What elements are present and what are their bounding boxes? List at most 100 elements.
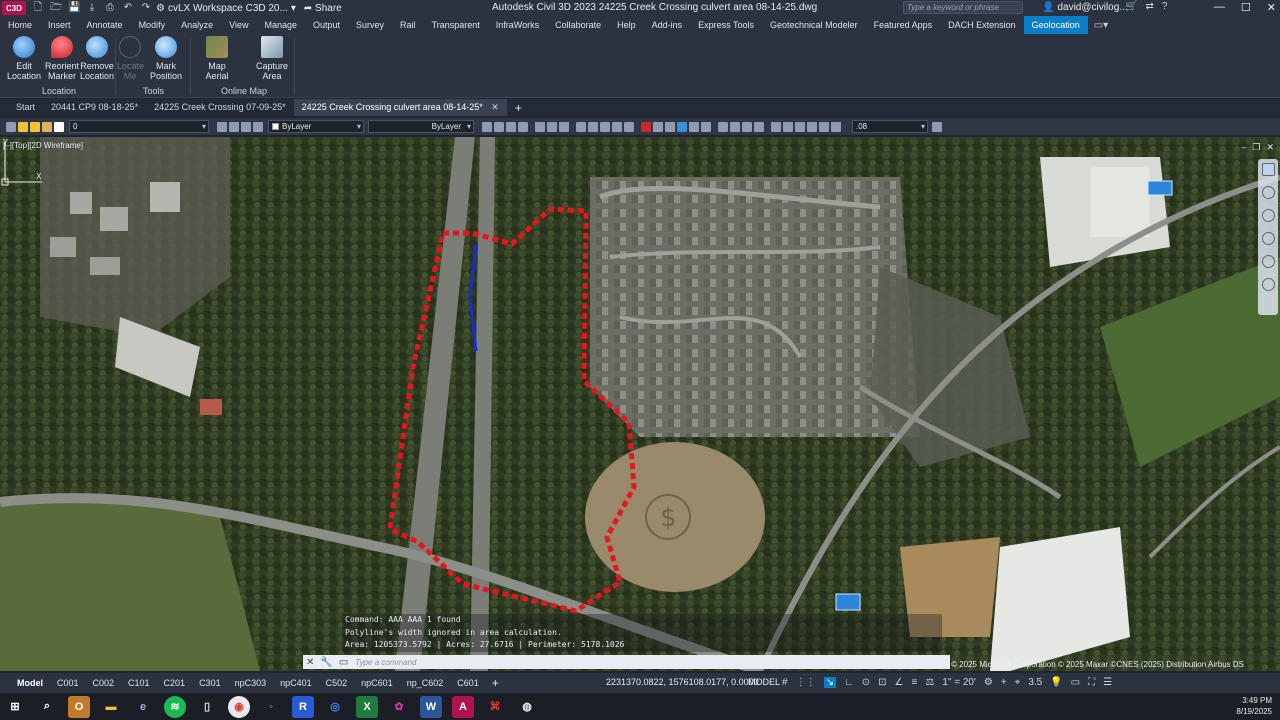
toolbar-icon[interactable]: [932, 121, 942, 132]
match-layer-icon[interactable]: [217, 121, 227, 132]
layout-tab-c502[interactable]: C502: [319, 678, 355, 688]
layout-tab-c001[interactable]: C001: [50, 678, 86, 688]
toolbar-icon[interactable]: [819, 121, 829, 132]
lineweight-icon[interactable]: ≡: [912, 677, 918, 688]
layout-tab-npc303[interactable]: npC303: [228, 678, 274, 688]
tab-start[interactable]: Start: [8, 99, 43, 116]
osnap-icon[interactable]: ⊡: [878, 677, 886, 688]
model-space-button[interactable]: MODEL: [748, 677, 780, 687]
layout-tab-c601[interactable]: C601: [450, 678, 486, 688]
spotify-icon[interactable]: ≋: [164, 695, 186, 718]
linetype-dropdown[interactable]: ByLayer: [368, 120, 474, 133]
annotation-scale-value[interactable]: 1" = 20': [942, 677, 976, 688]
snap-icon[interactable]: ⋮⋮: [796, 677, 816, 688]
polar-icon[interactable]: ⊙: [862, 677, 870, 688]
toolbar-icon[interactable]: [494, 121, 504, 132]
toolbar-icon[interactable]: [718, 121, 728, 132]
toolbar-icon[interactable]: [730, 121, 740, 132]
tab-output[interactable]: Output: [305, 16, 348, 34]
layout-tab-c101[interactable]: C101: [121, 678, 157, 688]
minimize-button[interactable]: —: [1214, 1, 1225, 14]
toolbar-icon[interactable]: [742, 121, 752, 132]
file-explorer-icon[interactable]: ▬: [100, 696, 122, 718]
tab-dach-extension[interactable]: DACH Extension: [940, 16, 1024, 34]
tab-featured-apps[interactable]: Featured Apps: [866, 16, 941, 34]
tab-annotate[interactable]: Annotate: [79, 16, 131, 34]
close-icon[interactable]: ✕: [491, 102, 499, 112]
gear-icon[interactable]: ⚙: [984, 677, 993, 688]
tab-home[interactable]: Home: [0, 16, 40, 34]
toolbar-icon[interactable]: [600, 121, 610, 132]
toolbar-icon[interactable]: [482, 121, 492, 132]
new-file-icon[interactable]: 🗋: [32, 3, 44, 13]
toolbar-icon[interactable]: [771, 121, 781, 132]
system-clock[interactable]: 3:49 PM 8/19/2025: [1236, 695, 1272, 717]
layer-on-icon[interactable]: [18, 121, 28, 132]
layer-dropdown[interactable]: 0: [69, 120, 209, 133]
open-file-icon[interactable]: 🗁: [50, 3, 62, 13]
tab-document[interactable]: 20441 CP9 08-18-25*: [43, 99, 146, 116]
tab-modify[interactable]: Modify: [131, 16, 174, 34]
tab-survey[interactable]: Survey: [348, 16, 392, 34]
lock-icon[interactable]: [42, 121, 52, 132]
layer-color-icon[interactable]: [54, 121, 64, 132]
civil3d-icon[interactable]: A: [452, 695, 474, 718]
viewcube-icon[interactable]: [1261, 163, 1275, 176]
viewport-restore-icon[interactable]: ❐: [1252, 142, 1260, 153]
edge-icon[interactable]: e: [132, 696, 154, 718]
toolbar-icon[interactable]: [807, 121, 817, 132]
user-account[interactable]: 👤 david@civilog...: [1042, 2, 1128, 13]
orbit-icon[interactable]: [1261, 255, 1275, 268]
command-input[interactable]: Type a command: [351, 658, 950, 667]
mark-position-button[interactable]: Mark Position: [148, 36, 184, 81]
steering-wheel-icon[interactable]: [1261, 186, 1275, 199]
map-aerial-button[interactable]: Map Aerial: [196, 36, 238, 81]
chrome-icon[interactable]: ◉: [228, 695, 250, 718]
viewport-minimize-icon[interactable]: –: [1241, 142, 1246, 153]
tab-manage[interactable]: Manage: [256, 16, 305, 34]
toolbar-icon[interactable]: [783, 121, 793, 132]
layer-previous-icon[interactable]: [229, 121, 239, 132]
map-marker-icon[interactable]: [1147, 180, 1173, 196]
layout-tab-c002[interactable]: C002: [86, 678, 122, 688]
excel-icon[interactable]: X: [356, 695, 378, 718]
drawing-viewport[interactable]: $ [–][Top][2D Wireframe] – ❐ ✕ Y X Comma…: [0, 137, 1280, 671]
locate-me-button[interactable]: Locate Me: [117, 36, 144, 81]
maximize-button[interactable]: ☐: [1241, 1, 1251, 14]
unisolate-icon[interactable]: [253, 121, 263, 132]
edit-location-button[interactable]: Edit Location: [6, 36, 42, 81]
tab-express-tools[interactable]: Express Tools: [690, 16, 762, 34]
tab-geotechnical-modeler[interactable]: Geotechnical Modeler: [762, 16, 866, 34]
tab-document[interactable]: 24225 Creek Crossing 07-09-25*: [146, 99, 294, 116]
layout-tab-model[interactable]: Model: [10, 678, 50, 688]
capture-area-button[interactable]: Capture Area: [254, 36, 290, 81]
save-as-icon[interactable]: ⤓: [86, 3, 98, 13]
menu-icon[interactable]: ☰: [1103, 677, 1112, 688]
revit-icon[interactable]: R: [292, 695, 314, 718]
toolbar-icon[interactable]: [506, 121, 516, 132]
toolbar-icon[interactable]: [689, 121, 699, 132]
color-dropdown[interactable]: ByLayer: [268, 120, 364, 133]
outlook-icon[interactable]: O: [68, 695, 90, 718]
viewport-close-icon[interactable]: ✕: [1266, 142, 1274, 153]
toolbar-icon[interactable]: [754, 121, 764, 132]
toolbar-icon[interactable]: [795, 121, 805, 132]
hardware-icon[interactable]: ▭: [1071, 677, 1080, 688]
map-marker-icon[interactable]: [835, 593, 861, 611]
save-icon[interactable]: 💾: [68, 3, 80, 13]
freeze-icon[interactable]: [30, 121, 40, 132]
exchange-icon[interactable]: ⇄: [1145, 1, 1153, 12]
layer-properties-icon[interactable]: [6, 121, 16, 132]
toolbar-icon[interactable]: [518, 121, 528, 132]
tab-transparent[interactable]: Transparent: [424, 16, 488, 34]
toolbar-icon[interactable]: [535, 121, 545, 132]
share-button[interactable]: ➦ Share: [304, 3, 342, 14]
isolate-objects-icon[interactable]: 💡: [1050, 677, 1062, 688]
selection-icon[interactable]: ⌖: [1015, 677, 1021, 688]
showmotion-icon[interactable]: [1261, 278, 1275, 291]
toolbar-icon[interactable]: [547, 121, 557, 132]
print-icon[interactable]: ⎙: [104, 3, 116, 13]
acrobat-icon[interactable]: ⌘: [484, 696, 506, 718]
pan-icon[interactable]: [1261, 209, 1275, 222]
grid-icon[interactable]: #: [782, 677, 788, 688]
